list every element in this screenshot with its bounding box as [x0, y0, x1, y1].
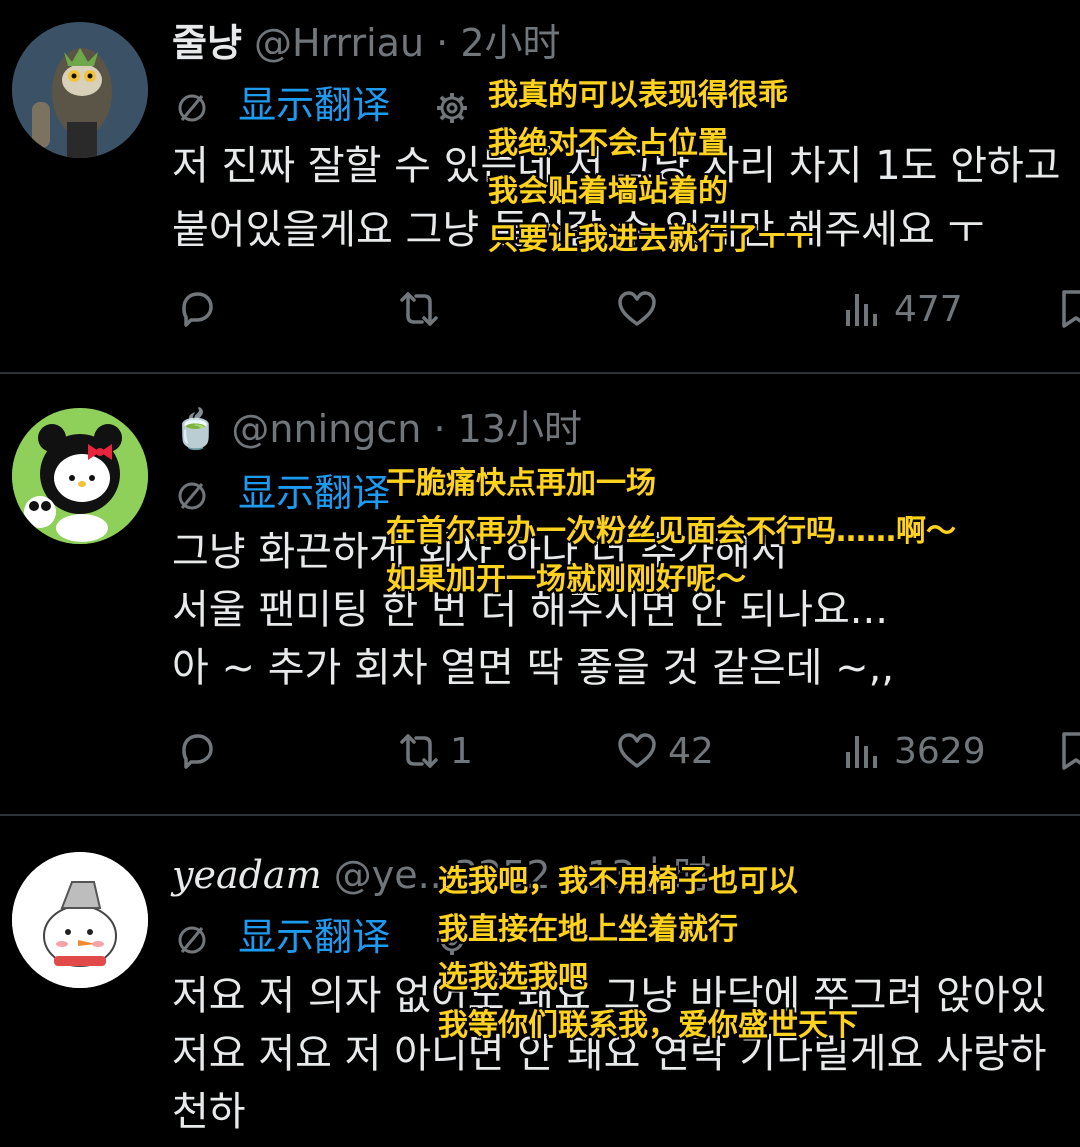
subtitle-line: 我直接在地上坐着就行	[438, 912, 738, 947]
like-icon	[618, 291, 656, 326]
subtitle-line: 我绝对不会占位置	[488, 126, 728, 161]
display-name[interactable]: 줄냥	[172, 21, 242, 65]
subtitle-line: 我会贴着墙站着的	[488, 174, 728, 209]
view-count: 3629	[894, 730, 986, 772]
user-handle[interactable]: @nningcn	[231, 407, 421, 451]
views-icon	[846, 294, 877, 326]
translate-row: 显示翻译	[172, 474, 390, 516]
tweet-header: 🍵 @nningcn · 13小时	[172, 410, 582, 448]
user-handle[interactable]: @Hrrriau	[254, 21, 424, 65]
no-translate-icon	[178, 94, 206, 121]
hello-kitty-panda-avatar-image	[12, 408, 148, 544]
retweet-icon	[400, 734, 438, 768]
reply-button[interactable]	[174, 284, 228, 334]
gear-icon[interactable]	[432, 88, 472, 128]
tweet[interactable]: 🍵 @nningcn · 13小时 显示翻译 그냥 화끈하게 회차 하나 더 추…	[0, 374, 1080, 814]
lemur-avatar-image	[12, 22, 148, 158]
reply-icon	[182, 734, 213, 769]
like-button[interactable]: 42	[614, 726, 714, 776]
tweet[interactable]: 줄냥 @Hrrriau · 2小时 显示翻译 저 진짜 잘할 수 있는데 저 그…	[0, 0, 1080, 372]
subtitle-line: 在首尔再办一次粉丝见面会不行吗……啊～	[386, 514, 956, 549]
chinese-subtitle: 我真的可以表现得很乖 我绝对不会占位置 我会贴着墙站着的 只要让我进去就行了ㅜㅜ	[488, 72, 813, 264]
retweet-button[interactable]: 1	[396, 726, 473, 776]
avatar[interactable]	[12, 22, 148, 158]
retweet-count: 1	[450, 730, 473, 772]
subtitle-line: 选我选我吧	[438, 960, 588, 995]
translate-row: 显示翻译	[172, 86, 472, 128]
subtitle-line: 选我吧，我不用椅子也可以	[438, 864, 798, 899]
reply-icon	[182, 292, 213, 327]
avatar[interactable]	[12, 852, 148, 988]
views-button[interactable]: 3629	[840, 726, 986, 776]
tweet-header: 줄냥 @Hrrriau · 2小时	[172, 24, 561, 62]
subtitle-line: 我等你们联系我，爱你盛世天下	[438, 1008, 858, 1043]
like-icon	[618, 733, 656, 768]
subtitle-line: 如果加开一场就刚刚好呢～	[386, 562, 746, 597]
avatar[interactable]	[12, 408, 148, 544]
bookmark-button[interactable]	[1056, 726, 1080, 776]
tweet-text-line: 천하	[172, 1089, 246, 1135]
subtitle-line: 干脆痛快点再加一场	[386, 466, 656, 501]
action-bar: 477	[0, 284, 1080, 334]
subtitle-line: 只要让我进去就行了ㅜㅜ	[488, 222, 814, 257]
chinese-subtitle: 干脆痛快点再加一场 在首尔再办一次粉丝见面会不行吗……啊～ 如果加开一场就刚刚好…	[386, 460, 956, 604]
no-translate-icon	[178, 482, 206, 509]
like-button[interactable]	[614, 284, 668, 334]
tweet-text-line: 아 ~ 추가 회차 열면 딱 좋을 것 같은데 ~,,	[172, 645, 895, 691]
view-count: 477	[894, 288, 963, 330]
views-button[interactable]: 477	[840, 284, 963, 334]
reply-button[interactable]	[174, 726, 228, 776]
tweet[interactable]: yeadam @ye...3252 · 13小时 显示翻译 저요 저 의자 없어…	[0, 816, 1080, 1147]
bookmark-icon	[1062, 290, 1080, 328]
bookmark-button[interactable]	[1056, 284, 1080, 334]
separator-dot: ·	[433, 407, 446, 451]
no-translate-icon	[178, 926, 206, 953]
timestamp[interactable]: 13小时	[458, 407, 582, 451]
show-translation-link[interactable]: 显示翻译	[238, 915, 390, 959]
chinese-subtitle: 选我吧，我不用椅子也可以 我直接在地上坐着就行 选我选我吧 我等你们联系我，爱你…	[438, 858, 858, 1050]
like-count: 42	[668, 730, 714, 772]
retweet-icon	[400, 292, 438, 326]
show-translation-link[interactable]: 显示翻译	[238, 83, 390, 127]
action-bar: 1 42 3629	[0, 726, 1080, 776]
separator-dot: ·	[436, 21, 449, 65]
display-name[interactable]: yeadam	[172, 853, 322, 897]
subtitle-line: 我真的可以表现得很乖	[488, 78, 788, 113]
display-name[interactable]: 🍵	[172, 407, 219, 451]
views-icon	[846, 736, 877, 768]
translate-row: 显示翻译	[172, 918, 472, 960]
snowman-avatar-image	[12, 852, 148, 988]
show-translation-link[interactable]: 显示翻译	[238, 471, 390, 515]
timestamp[interactable]: 2小时	[460, 21, 560, 65]
retweet-button[interactable]	[396, 284, 450, 334]
bookmark-icon	[1062, 732, 1080, 770]
